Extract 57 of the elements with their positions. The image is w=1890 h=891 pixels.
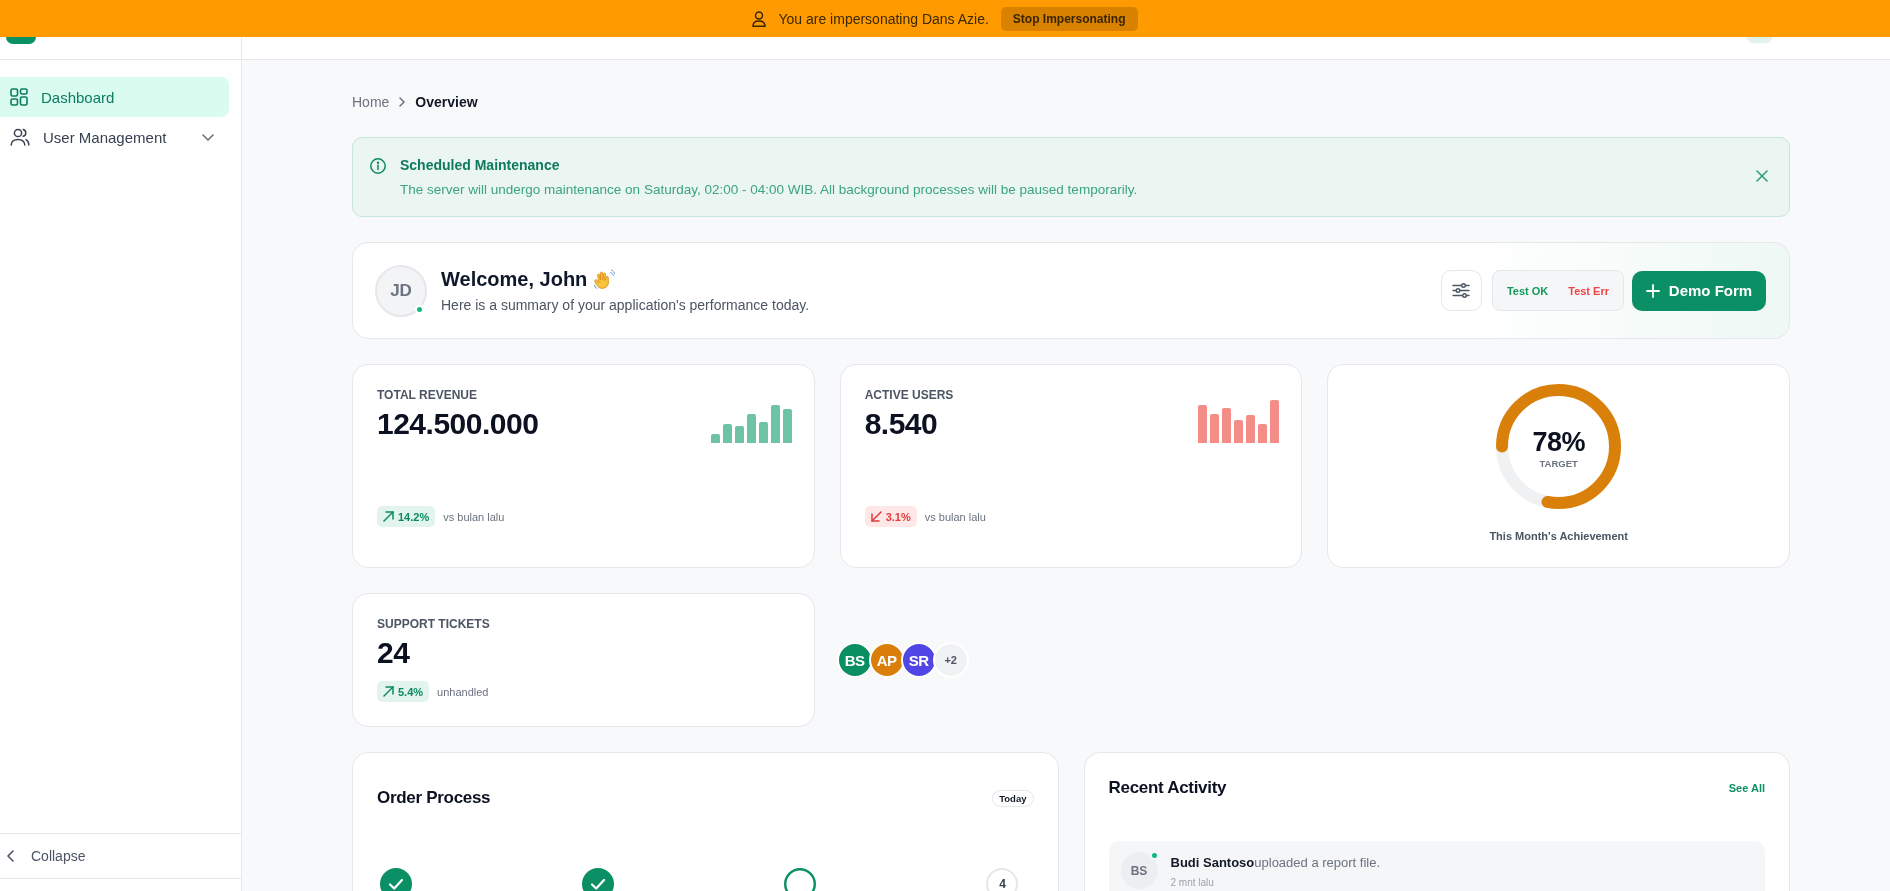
user-avatar: BS (1120, 852, 1158, 889)
stat-note: unhandled (437, 685, 489, 698)
trend-value: 3.1% (885, 510, 911, 523)
alert-title: Scheduled Maintenance (400, 156, 560, 174)
welcome-subtitle: Here is a summary of your application's performance today. (441, 296, 810, 314)
plus-icon (1645, 283, 1660, 298)
activity-time: 2 mnt lalu (1170, 877, 1214, 889)
nav-item[interactable]: User Management (0, 117, 229, 157)
stat-value: 8.540 (864, 407, 939, 441)
stat-label: SUPPORT TICKETS (377, 617, 490, 632)
breadcrumb-link[interactable]: Home (352, 94, 390, 110)
waving-hand-icon (593, 268, 616, 290)
test-button[interactable]: Test Err (1568, 284, 1609, 297)
test-button[interactable]: Test OK (1506, 284, 1549, 297)
arrow-down-left-icon (870, 511, 882, 522)
user-avatar: AP (868, 642, 905, 678)
trend-value: 14.2% (398, 510, 430, 523)
gauge-label: TARGET (1539, 458, 1578, 470)
trend-value: 5.4% (398, 685, 424, 698)
user-avatar: BS (836, 642, 873, 678)
activity-text: Budi Santosouploaded a report file. (1170, 854, 1381, 871)
chevron-right-icon (399, 97, 406, 107)
stat-note: vs bulan lalu (924, 510, 986, 523)
stat-value: 124.500.000 (377, 407, 539, 441)
user-avatar: JD (375, 264, 427, 317)
more-avatars-count: +2 (932, 642, 969, 678)
stat-value: 24 (377, 636, 411, 670)
user-avatar: SR (900, 642, 937, 678)
welcome-title: Welcome, John (441, 267, 588, 291)
gauge-value: 78% (1532, 427, 1585, 457)
step-number: 4 (986, 868, 1019, 891)
card-title: Recent Activity (1108, 778, 1227, 798)
arrow-up-right-icon (383, 686, 394, 697)
arrow-up-right-icon (383, 511, 394, 522)
stat-label: TOTAL REVENUE (377, 388, 478, 403)
card-title: Order Process (377, 788, 491, 808)
settings-button[interactable] (1440, 270, 1482, 311)
nav-item[interactable]: Dashboard (0, 77, 229, 117)
grid-icon (10, 88, 28, 106)
users-icon (10, 128, 30, 146)
chevron-left-icon (7, 850, 14, 862)
person-icon (752, 10, 767, 27)
close-icon (1756, 170, 1768, 182)
banner-message: You are impersonating Dans Azie. (778, 10, 989, 27)
see-all-link[interactable]: See All (1728, 782, 1765, 794)
demo-form-button[interactable]: Demo Form (1632, 270, 1766, 311)
stop-impersonating-button[interactable]: Stop Impersonating (1000, 6, 1138, 31)
stat-note: vs bulan lalu (443, 510, 505, 523)
logo-icon (6, 37, 36, 44)
stat-label: ACTIVE USERS (864, 388, 954, 403)
gauge-caption: This Month's Achievement (1489, 530, 1628, 542)
alert-message: The server will undergo maintenance on Saturday, 02:00 - 04:00 WIB. All background processes will be paused temporarily. (400, 181, 1138, 199)
breadcrumb-current: Overview (415, 94, 478, 110)
info-icon (370, 158, 386, 174)
sliders-icon (1452, 283, 1471, 298)
collapse-button[interactable]: Collapse (3, 848, 90, 864)
close-button[interactable] (1756, 168, 1768, 182)
